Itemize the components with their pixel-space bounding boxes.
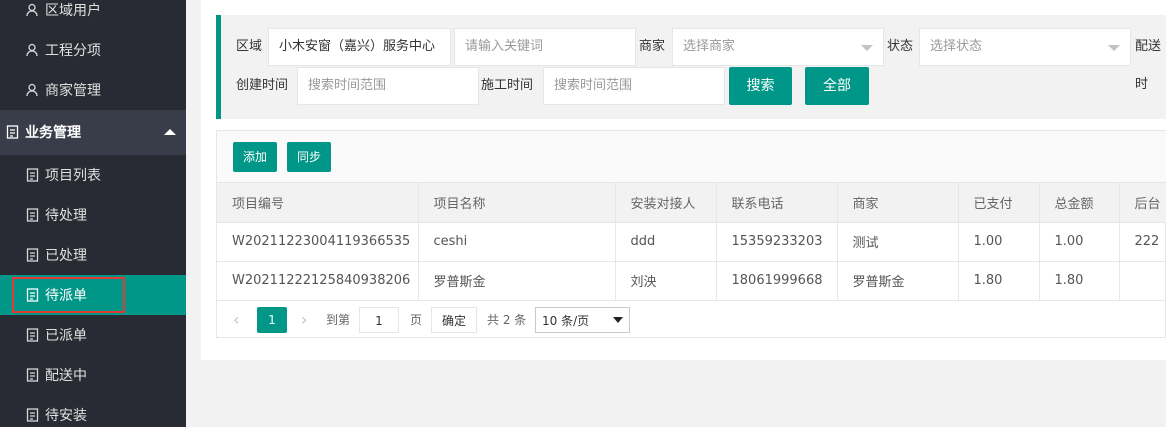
sidebar-item-label: 已派单 [45, 328, 87, 344]
cell-paid: 1.00 [958, 222, 1040, 262]
sidebar-item-pending[interactable]: 待处理 [0, 195, 186, 235]
confirm-button[interactable]: 确定 [431, 307, 477, 333]
merchant-select[interactable]: 选择商家 [672, 28, 884, 66]
col-phone: 联系电话 [716, 183, 838, 223]
cell-phone: 15359233203 [716, 222, 838, 262]
sidebar-item-engineering[interactable]: 工程分项 [0, 30, 186, 70]
page-size-select[interactable]: 10 条/页 [535, 307, 630, 333]
construction-time-label: 施工时间 [481, 78, 534, 93]
total-count: 共 2 条 [487, 313, 527, 327]
prev-page-icon[interactable]: ‹ [233, 307, 239, 333]
status-label: 状态 [887, 39, 914, 54]
sidebar-item-dispatched[interactable]: 已派单 [0, 315, 186, 355]
page-number-input[interactable]: 1 [359, 307, 399, 333]
cell-total: 1.80 [1039, 261, 1120, 301]
sidebar-item-processed[interactable]: 已处理 [0, 235, 186, 275]
construction-time-input[interactable]: 搜索时间范围 [543, 67, 725, 105]
caret-up-icon [164, 129, 176, 135]
pagination: ‹ 1 › 到第 1 页 确定 共 2 条 10 条/页 [217, 301, 1166, 337]
chevron-down-icon [1108, 45, 1120, 51]
add-button[interactable]: 添加 [233, 142, 277, 172]
search-button[interactable]: 搜索 [729, 67, 792, 105]
table-card: 添加 同步 项目编号 项目名称 安装对接人 联系电话 商家 已支付 总金额 后台 [216, 130, 1166, 338]
table-header-row: 项目编号 项目名称 安装对接人 联系电话 商家 已支付 总金额 后台 [217, 183, 1166, 223]
cell-project-name: 罗普斯金 [418, 261, 616, 301]
cell-total: 1.00 [1039, 222, 1120, 262]
cell-backend: 222 [1119, 222, 1166, 262]
table-row[interactable]: W20211223004119366535 ceshi ddd 15359233… [217, 222, 1166, 262]
cell-installer-contact: 刘泱 [615, 261, 717, 301]
cell-phone: 18061999668 [716, 261, 838, 301]
document-icon [26, 328, 40, 342]
document-icon [26, 408, 40, 422]
document-icon [26, 208, 40, 222]
cell-merchant: 罗普斯金 [837, 261, 959, 301]
col-installer-contact: 安装对接人 [615, 183, 717, 223]
sidebar-item-label: 商家管理 [45, 83, 101, 99]
merchant-label: 商家 [639, 39, 666, 54]
cell-project-name: ceshi [418, 222, 616, 262]
goto-label: 到第 [326, 313, 351, 327]
col-project-no: 项目编号 [217, 183, 419, 223]
sync-button[interactable]: 同步 [287, 142, 331, 172]
chevron-down-icon [613, 317, 623, 323]
delivery-time-label: 配送时 [1135, 39, 1162, 92]
active-item-highlight [12, 277, 125, 313]
status-select-text: 选择状态 [930, 39, 983, 54]
cell-merchant: 测试 [837, 222, 959, 262]
cell-installer-contact: ddd [615, 222, 717, 262]
project-table: 项目编号 项目名称 安装对接人 联系电话 商家 已支付 总金额 后台 W2021… [217, 183, 1166, 301]
sidebar-item-label: 工程分项 [45, 43, 101, 59]
merchant-select-text: 选择商家 [683, 39, 736, 54]
keyword-input[interactable]: 请输入关键词 [454, 28, 636, 66]
sidebar-item-region-users[interactable]: 区域用户 [0, 0, 186, 30]
user-icon [26, 83, 40, 97]
user-icon [26, 43, 40, 57]
col-backend: 后台 [1119, 183, 1166, 223]
table-toolbar: 添加 同步 [217, 131, 1166, 183]
document-icon [26, 368, 40, 382]
col-merchant: 商家 [837, 183, 959, 223]
cell-project-no: W20211223004119366535 [217, 222, 419, 262]
filter-panel: 区域 小木安窗（嘉兴）服务中心 请输入关键词 商家 选择商家 状态 选择状态 配… [216, 15, 1166, 119]
sidebar-item-label: 已处理 [45, 248, 87, 264]
col-project-name: 项目名称 [418, 183, 616, 223]
sidebar-item-label: 待安装 [45, 408, 87, 424]
created-time-input[interactable]: 搜索时间范围 [297, 67, 479, 105]
cell-paid: 1.80 [958, 261, 1040, 301]
all-button[interactable]: 全部 [805, 67, 869, 105]
document-icon [26, 248, 40, 262]
user-icon [26, 3, 40, 17]
cell-project-no: W20211222125840938206 [217, 261, 419, 301]
sidebar-item-to-install[interactable]: 待安装 [0, 395, 186, 427]
chevron-down-icon [861, 45, 873, 51]
page-size-text: 10 条/页 [542, 314, 590, 328]
page-1-button[interactable]: 1 [257, 307, 287, 333]
main-content: 区域 小木安窗（嘉兴）服务中心 请输入关键词 商家 选择商家 状态 选择状态 配… [201, 0, 1166, 360]
region-label: 区域 [236, 39, 263, 54]
sidebar-group-label: 业务管理 [25, 125, 81, 141]
status-select[interactable]: 选择状态 [919, 28, 1131, 66]
sidebar-group-business[interactable]: 业务管理 [0, 112, 186, 152]
document-icon [6, 125, 20, 139]
cell-backend [1119, 261, 1166, 301]
next-page-icon[interactable]: › [301, 307, 307, 333]
sidebar-item-project-list[interactable]: 项目列表 [0, 155, 186, 195]
sidebar: 区域用户 工程分项 商家管理 业务管理 项目列表 待处理 已处理 待派单 已派单… [0, 0, 186, 427]
table-row[interactable]: W20211222125840938206 罗普斯金 刘泱 1806199966… [217, 261, 1166, 301]
sidebar-item-label: 配送中 [45, 368, 87, 384]
sidebar-item-delivering[interactable]: 配送中 [0, 355, 186, 395]
sidebar-item-label: 项目列表 [45, 168, 101, 184]
page-unit-label: 页 [410, 313, 423, 327]
col-paid: 已支付 [958, 183, 1040, 223]
created-time-label: 创建时间 [236, 78, 289, 93]
region-select[interactable]: 小木安窗（嘉兴）服务中心 [268, 28, 451, 66]
sidebar-item-merchants[interactable]: 商家管理 [0, 70, 186, 110]
sidebar-item-label: 待处理 [45, 208, 87, 224]
col-total: 总金额 [1039, 183, 1120, 223]
sidebar-item-label: 区域用户 [45, 3, 101, 19]
document-icon [26, 168, 40, 182]
